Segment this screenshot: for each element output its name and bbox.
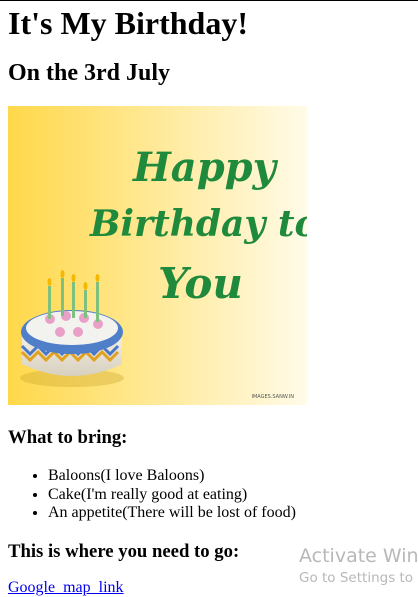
- list-item: Baloons(I love Baloons): [48, 467, 296, 486]
- list-item: Cake(I'm really good at eating): [48, 486, 296, 505]
- banner-text-line3: You: [158, 259, 243, 308]
- page-title: It's My Birthday!: [8, 5, 248, 41]
- activate-windows-watermark: Activate Windows Go to Settings to activ…: [299, 544, 418, 588]
- watermark-title: Activate Windows: [299, 545, 418, 567]
- banner-text-line1: Happy: [132, 144, 279, 191]
- birthday-banner-image: Happy Birthday to You IMAGES.SANW.IN: [8, 106, 307, 405]
- google-map-link[interactable]: Google_map_link: [8, 579, 124, 597]
- banner-credit: IMAGES.SANW.IN: [251, 394, 294, 400]
- bring-heading: What to bring:: [8, 427, 128, 448]
- banner-text-line2: Birthday to: [89, 203, 307, 245]
- bring-list: Baloons(I love Baloons) Cake(I'm really …: [8, 467, 296, 523]
- list-item: An appetite(There will be lost of food): [48, 504, 296, 523]
- location-heading: This is where you need to go:: [8, 541, 240, 562]
- watermark-subtitle: Go to Settings to activate Windows.: [299, 570, 418, 586]
- page-subtitle: On the 3rd July: [8, 60, 171, 86]
